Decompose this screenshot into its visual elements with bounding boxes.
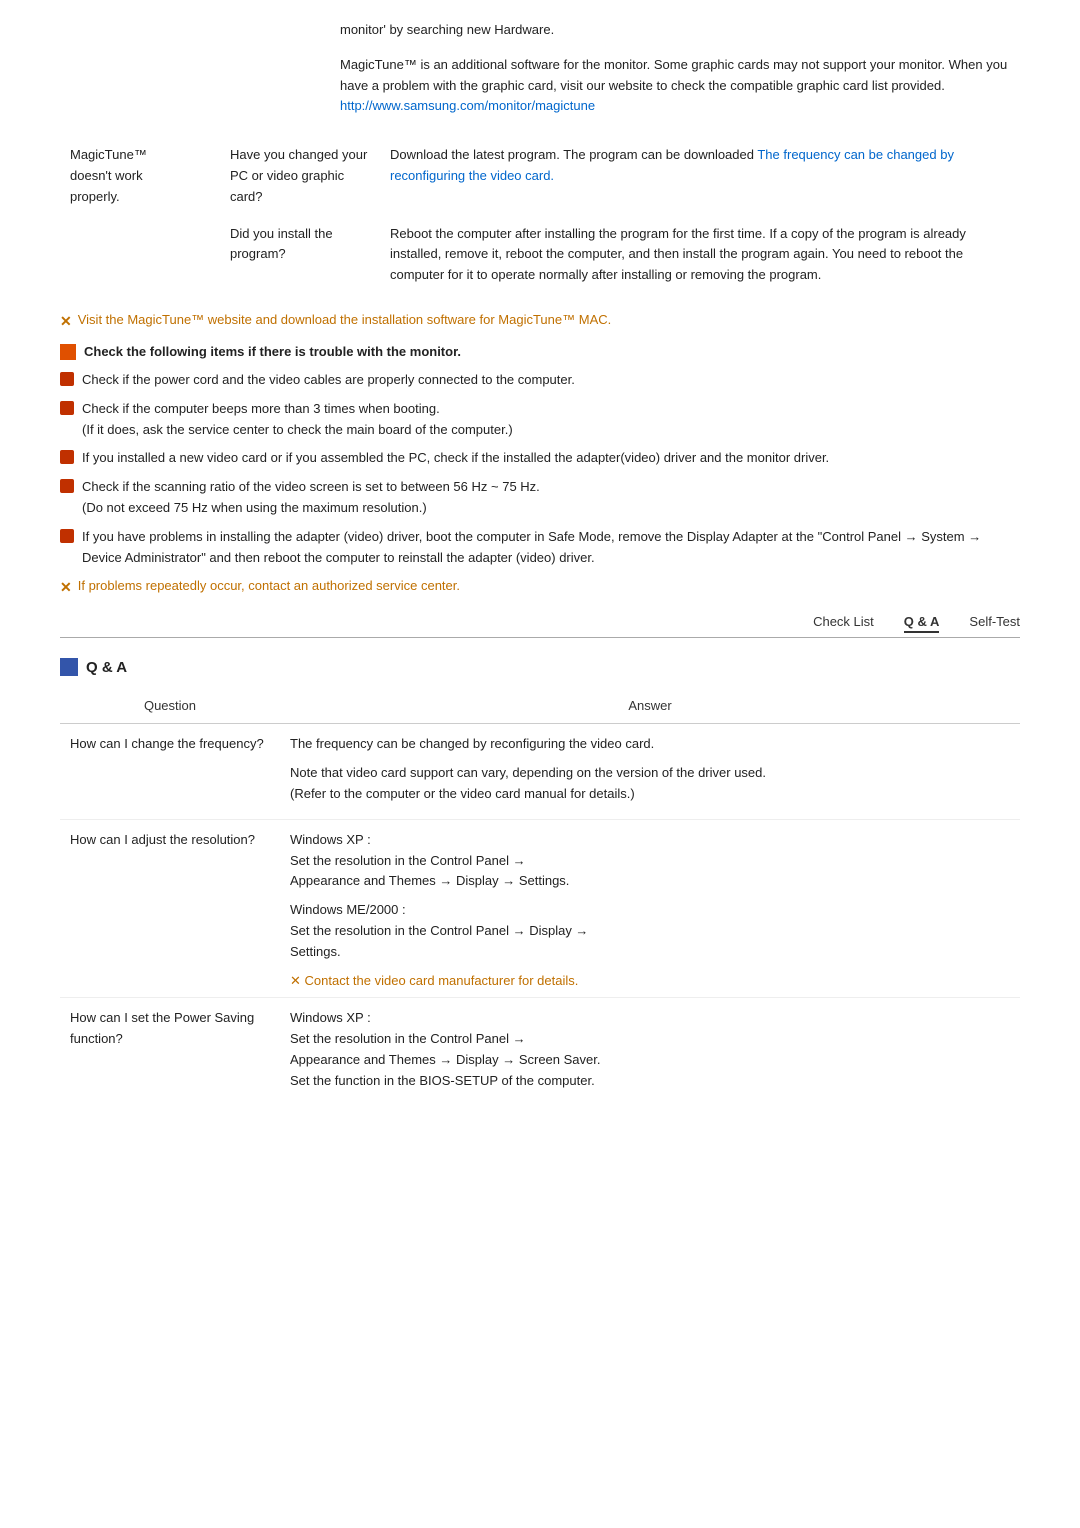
magictune-info-text: MagicTune™ is an additional software for… <box>340 55 1020 117</box>
note-xmark-2: ✕ <box>60 579 72 596</box>
qa-row-powersaving: How can I set the Power Saving function?… <box>60 998 1020 1106</box>
answer-block-2b: Windows ME/2000 : Set the resolution in … <box>290 900 1010 962</box>
qa-section: Q & A Question Answer How can I change t… <box>60 658 1020 1105</box>
qa-header: Q & A <box>60 658 1020 676</box>
table-row: MagicTune™doesn't workproperly. Have you… <box>60 137 1020 215</box>
table-col2-0: Have you changed your PC or video graphi… <box>220 137 380 215</box>
magictune-link-top[interactable]: http://www.samsung.com/monitor/magictune <box>340 98 595 113</box>
nav-tabs: Check List Q & A Self-Test <box>60 614 1020 638</box>
qa-col-answer: Answer <box>280 692 1020 724</box>
answer-block-3a: Windows XP : Set the resolution in the C… <box>290 1008 1010 1091</box>
check-item-2: Check if the computer beeps more than 3 … <box>82 399 1020 441</box>
check-item-5: If you have problems in installing the a… <box>82 527 1020 569</box>
bullet-icon-5 <box>60 529 74 543</box>
qa-question-1: How can I change the frequency? <box>60 724 280 819</box>
answer-block-1a: The frequency can be changed by reconfig… <box>290 734 1010 755</box>
table-col1-1 <box>60 216 220 294</box>
table-col2-1: Did you install the program? <box>220 216 380 294</box>
check-header-text: Check the following items if there is tr… <box>84 344 461 359</box>
tab-qa[interactable]: Q & A <box>904 614 940 633</box>
qa-title: Q & A <box>86 659 127 676</box>
qa-note-videocard: ✕ Contact the video card manufacturer fo… <box>290 971 1010 992</box>
qa-answer-1: The frequency can be changed by reconfig… <box>280 724 1020 819</box>
check-header-icon <box>60 344 76 360</box>
qa-answer-2: Windows XP : Set the resolution in the C… <box>280 819 1020 998</box>
qa-icon <box>60 658 78 676</box>
tab-checklist[interactable]: Check List <box>813 614 874 633</box>
check-item-4: Check if the scanning ratio of the video… <box>82 477 1020 519</box>
note-magictune-mac-text: Visit the MagicTune™ website and downloa… <box>78 312 612 327</box>
bullet-icon-2 <box>60 401 74 415</box>
qa-question-2: How can I adjust the resolution? <box>60 819 280 998</box>
check-items-list: Check if the power cord and the video ca… <box>60 370 1020 568</box>
list-item: Check if the power cord and the video ca… <box>60 370 1020 391</box>
qa-row-frequency: How can I change the frequency? The freq… <box>60 724 1020 819</box>
qa-row-resolution: How can I adjust the resolution? Windows… <box>60 819 1020 998</box>
note-service-center: ✕ If problems repeatedly occur, contact … <box>60 578 1020 596</box>
note-service-center-text: If problems repeatedly occur, contact an… <box>78 578 460 593</box>
bullet-icon-1 <box>60 372 74 386</box>
list-item: If you have problems in installing the a… <box>60 527 1020 569</box>
qa-question-3: How can I set the Power Saving function? <box>60 998 280 1106</box>
list-item: If you installed a new video card or if … <box>60 448 1020 469</box>
note-magictune-mac: ✕ Visit the MagicTune™ website and downl… <box>60 312 1020 330</box>
table-row: Did you install the program? Reboot the … <box>60 216 1020 294</box>
qa-table: Question Answer How can I change the fre… <box>60 692 1020 1105</box>
table-col3-1: Reboot the computer after installing the… <box>380 216 1020 294</box>
check-section-header: Check the following items if there is tr… <box>60 344 1020 360</box>
magictune-table: MagicTune™doesn't workproperly. Have you… <box>60 137 1020 294</box>
qa-col-question: Question <box>60 692 280 724</box>
qa-answer-3: Windows XP : Set the resolution in the C… <box>280 998 1020 1106</box>
bullet-icon-4 <box>60 479 74 493</box>
answer-block-2a: Windows XP : Set the resolution in the C… <box>290 830 1010 892</box>
table-col1-0: MagicTune™doesn't workproperly. <box>60 137 220 215</box>
list-item: Check if the scanning ratio of the video… <box>60 477 1020 519</box>
tab-selftest[interactable]: Self-Test <box>969 614 1020 633</box>
check-item-3: If you installed a new video card or if … <box>82 448 1020 469</box>
list-item: Check if the computer beeps more than 3 … <box>60 399 1020 441</box>
magictune-download-link[interactable]: The frequency can be changed by reconfig… <box>390 147 954 183</box>
check-item-1: Check if the power cord and the video ca… <box>82 370 1020 391</box>
table-col3-0: Download the latest program. The program… <box>380 137 1020 215</box>
note-xmark-1: ✕ <box>60 313 72 330</box>
bullet-icon-3 <box>60 450 74 464</box>
answer-block-1b: Note that video card support can vary, d… <box>290 763 1010 805</box>
monitor-search-text: monitor' by searching new Hardware. <box>340 20 1020 41</box>
